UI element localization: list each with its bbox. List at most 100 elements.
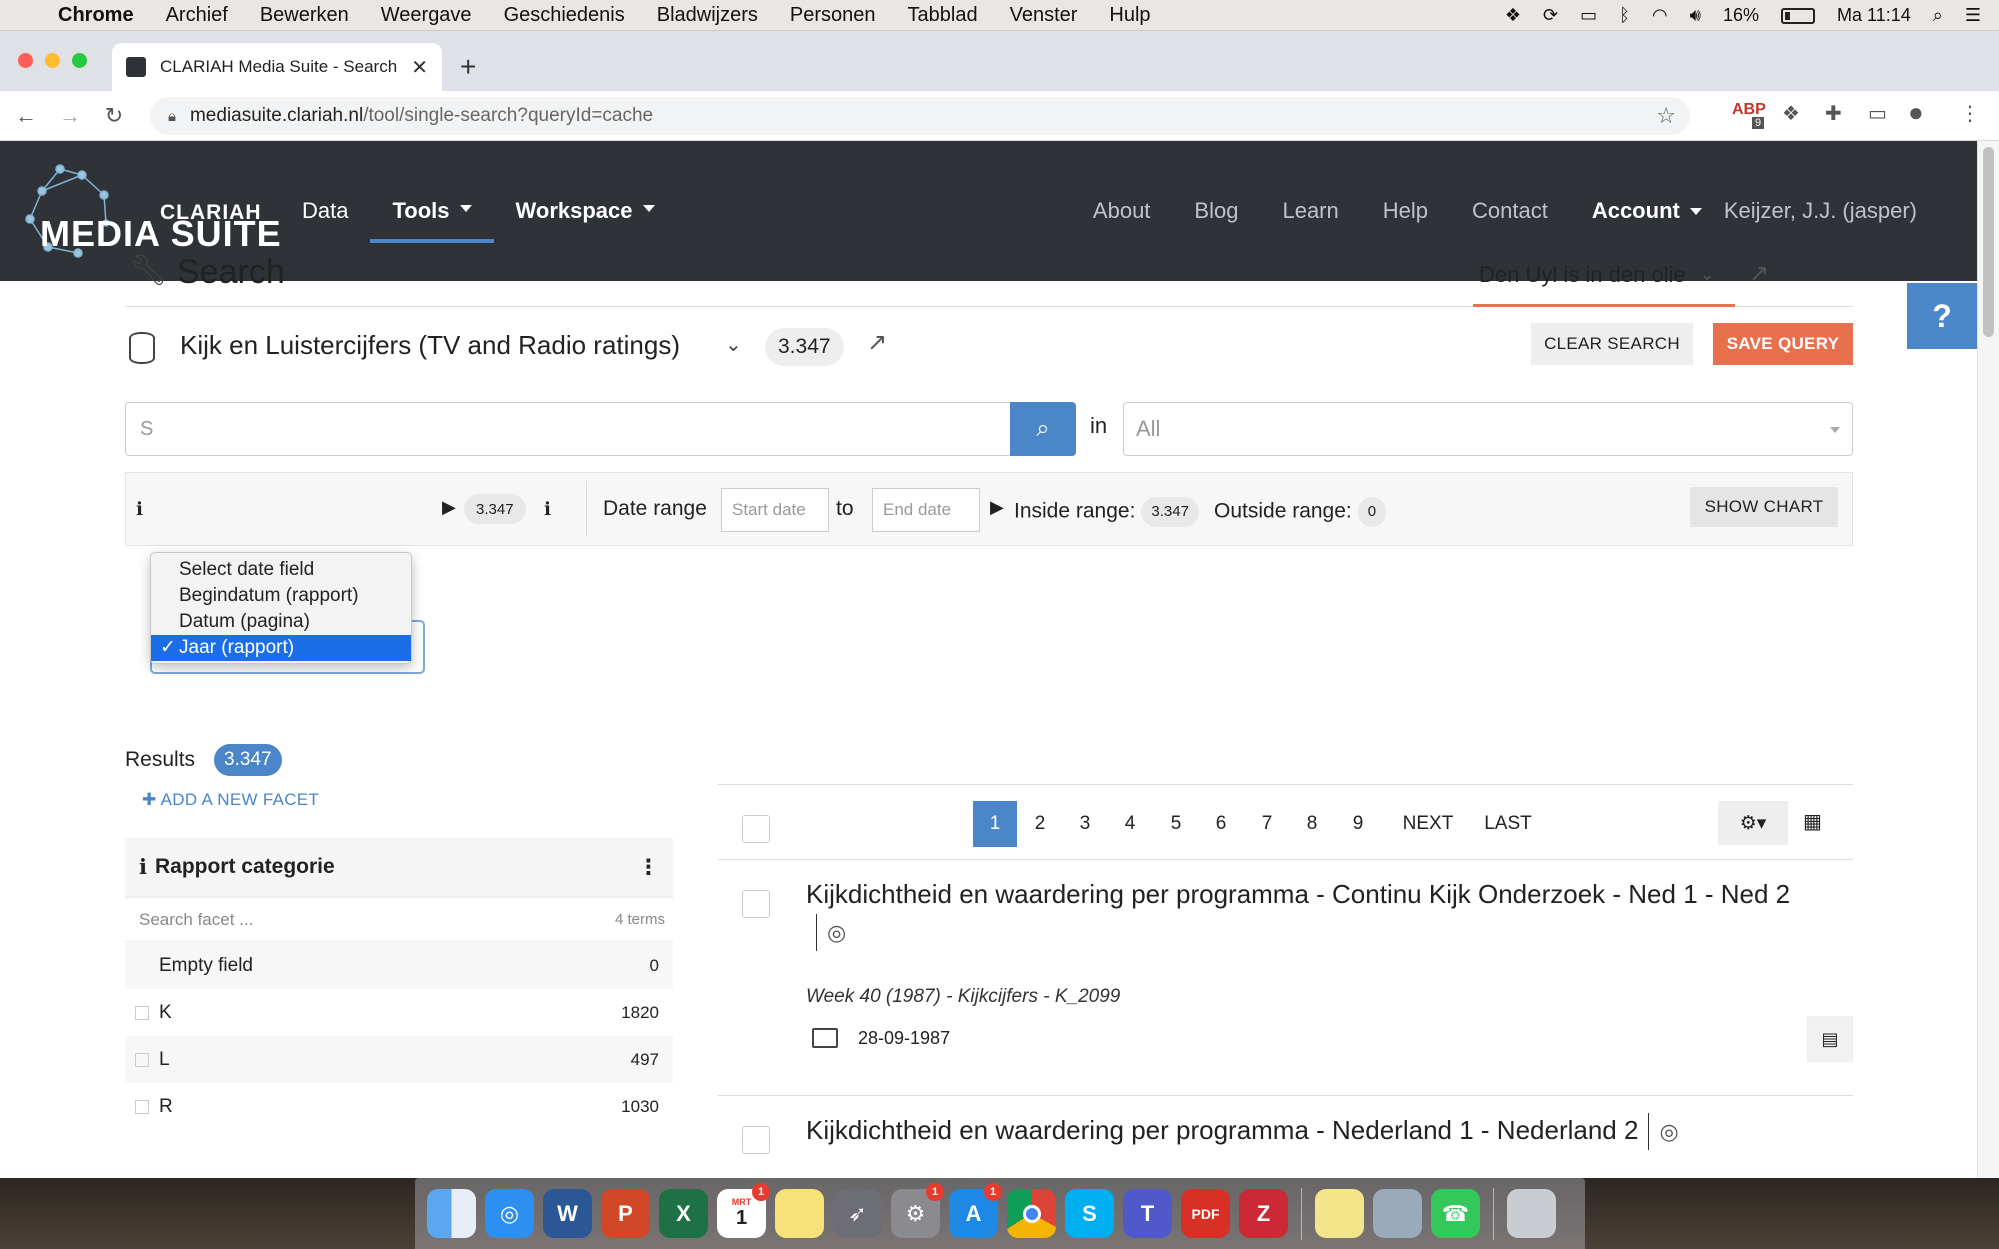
facetime-icon[interactable]: ☎ [1431, 1189, 1480, 1238]
nav-contact[interactable]: Contact [1472, 198, 1548, 224]
save-query-button[interactable]: SAVE QUERY [1713, 323, 1853, 365]
date-option[interactable]: Datum (pagina) [151, 609, 411, 635]
notes-icon[interactable] [775, 1189, 824, 1238]
zotero-icon[interactable]: Z [1239, 1189, 1288, 1238]
page-button-5[interactable]: 5 [1154, 801, 1198, 847]
word-icon[interactable]: W [543, 1189, 592, 1238]
show-chart-button[interactable]: SHOW CHART [1690, 487, 1838, 527]
nav-learn[interactable]: Learn [1282, 198, 1338, 224]
result-checkbox[interactable] [742, 1126, 770, 1154]
document-icon[interactable]: ▤ [1807, 1016, 1853, 1062]
facet-row[interactable]: K 1820 [125, 989, 673, 1036]
field-select[interactable]: All [1123, 402, 1853, 456]
search-input[interactable]: S [125, 402, 1010, 456]
result-title[interactable]: Kijkdichtheid en waardering per programm… [806, 876, 1826, 951]
menu-geschiedenis[interactable]: Geschiedenis [504, 4, 625, 27]
scrollbar-thumb[interactable] [1983, 147, 1994, 337]
page-scrollbar[interactable] [1977, 141, 1999, 1178]
profile-avatar-icon[interactable]: ● [1908, 97, 1924, 128]
page-button-8[interactable]: 8 [1290, 801, 1334, 847]
preview-icon[interactable] [1373, 1189, 1422, 1238]
teams-icon[interactable]: T [1123, 1189, 1172, 1238]
spotlight-icon[interactable]: ⌕ [1933, 5, 1943, 26]
clear-search-button[interactable]: CLEAR SEARCH [1531, 323, 1693, 365]
hidden-eye-icon[interactable]: ◎ [1648, 1113, 1679, 1150]
facet-row[interactable]: R 1030 [125, 1083, 673, 1130]
page-button-9[interactable]: 9 [1336, 801, 1380, 847]
forward-icon[interactable]: → [52, 103, 88, 129]
page-button-3[interactable]: 3 [1063, 801, 1107, 847]
chrome-icon[interactable] [1007, 1189, 1056, 1238]
dropbox-icon[interactable]: ❖ [1505, 5, 1521, 26]
external-link-icon[interactable]: ↗ [1749, 259, 1769, 288]
finder-icon[interactable] [427, 1189, 476, 1238]
menu-app-name[interactable]: Chrome [58, 4, 134, 27]
date-option[interactable]: Select date field [151, 557, 411, 583]
menu-archief[interactable]: Archief [166, 4, 228, 27]
address-bar[interactable]: 🔒︎ mediasuite.clariah.nl /tool/single-se… [150, 97, 1690, 135]
app-store-icon[interactable]: A1 [949, 1183, 1002, 1238]
trash-icon[interactable] [1507, 1189, 1556, 1238]
date-option-selected[interactable]: ✓ Jaar (rapport) [151, 635, 411, 661]
new-tab-icon[interactable]: + [460, 51, 476, 83]
nav-account[interactable]: Account [1592, 198, 1702, 224]
result-title[interactable]: Kijkdichtheid en waardering per programm… [806, 1112, 1826, 1150]
info-icon[interactable]: ℹ [139, 855, 147, 880]
skype-icon[interactable]: S [1065, 1189, 1114, 1238]
next-page-button[interactable]: NEXT [1388, 801, 1468, 847]
start-date-input[interactable]: Start date [721, 488, 829, 532]
control-center-icon[interactable]: ☰ [1965, 5, 1981, 26]
date-option[interactable]: Begindatum (rapport) [151, 583, 411, 609]
system-preferences-icon[interactable]: ⚙ 1 [891, 1183, 944, 1238]
external-link-icon[interactable]: ↗ [867, 328, 887, 357]
play-triangle-icon[interactable]: ▶ [442, 497, 456, 518]
checkbox[interactable] [135, 1052, 149, 1067]
close-window-button[interactable] [18, 53, 33, 68]
cast-icon[interactable]: ▭ [1868, 101, 1887, 126]
play-triangle-icon[interactable]: ▶ [990, 497, 1004, 518]
browser-tab[interactable]: CLARIAH Media Suite - Search ✕ [112, 43, 442, 91]
help-button[interactable]: ? [1907, 283, 1977, 349]
menu-weergave[interactable]: Weergave [381, 4, 472, 27]
close-tab-icon[interactable]: ✕ [411, 55, 428, 80]
checkbox[interactable] [135, 1099, 149, 1114]
page-button-1[interactable]: 1 [973, 801, 1017, 847]
end-date-input[interactable]: End date [872, 488, 980, 532]
menu-venster[interactable]: Venster [1010, 4, 1078, 27]
menu-bewerken[interactable]: Bewerken [260, 4, 349, 27]
info-icon[interactable]: ℹ [136, 499, 143, 520]
query-selector[interactable]: Den Uyl is in den olie ⌄ [1473, 245, 1735, 307]
settings-gear-icon[interactable]: ⚙▾ [1718, 801, 1788, 845]
extensions-puzzle-icon[interactable]: ✚ [1825, 101, 1842, 126]
facet-search-input[interactable]: Search facet ... 4 terms [125, 898, 673, 942]
volume-icon[interactable]: 🔊︎ [1690, 5, 1701, 26]
menu-bladwijzers[interactable]: Bladwijzers [657, 4, 758, 27]
result-checkbox[interactable] [742, 890, 770, 918]
bookmark-star-icon[interactable]: ☆ [1656, 103, 1676, 129]
stickies-icon[interactable] [1315, 1189, 1364, 1238]
facet-row[interactable]: Empty field 0 [125, 942, 673, 989]
sync-icon[interactable]: ⟳ [1543, 5, 1558, 26]
calendar-icon[interactable]: MRT 1 1 [717, 1183, 770, 1238]
page-button-7[interactable]: 7 [1245, 801, 1289, 847]
menu-personen[interactable]: Personen [790, 4, 876, 27]
menu-tabblad[interactable]: Tabblad [908, 4, 978, 27]
maximize-window-button[interactable] [72, 53, 87, 68]
chrome-menu-icon[interactable]: ⋮ [1960, 101, 1980, 126]
last-page-button[interactable]: LAST [1473, 801, 1543, 847]
bluetooth-icon[interactable]: ᛒ [1619, 5, 1630, 26]
nav-user[interactable]: Keijzer, J.J. (jasper) [1724, 198, 1917, 224]
chevron-down-icon[interactable]: ⌄ [725, 332, 742, 357]
page-button-2[interactable]: 2 [1018, 801, 1062, 847]
nav-help[interactable]: Help [1383, 198, 1428, 224]
pdf-icon[interactable]: PDF [1181, 1189, 1230, 1238]
airplay-icon[interactable]: ▭ [1580, 5, 1597, 26]
kebab-menu-icon[interactable]: ⋮ [638, 855, 659, 880]
menu-hulp[interactable]: Hulp [1109, 4, 1150, 27]
nav-blog[interactable]: Blog [1194, 198, 1238, 224]
add-facet-link[interactable]: ✚ ADD A NEW FACET [142, 790, 319, 810]
checkbox[interactable] [135, 1005, 149, 1020]
select-all-checkbox[interactable] [742, 815, 770, 843]
page-button-4[interactable]: 4 [1108, 801, 1152, 847]
collection-name[interactable]: Kijk en Luistercijfers (TV and Radio rat… [180, 330, 680, 361]
